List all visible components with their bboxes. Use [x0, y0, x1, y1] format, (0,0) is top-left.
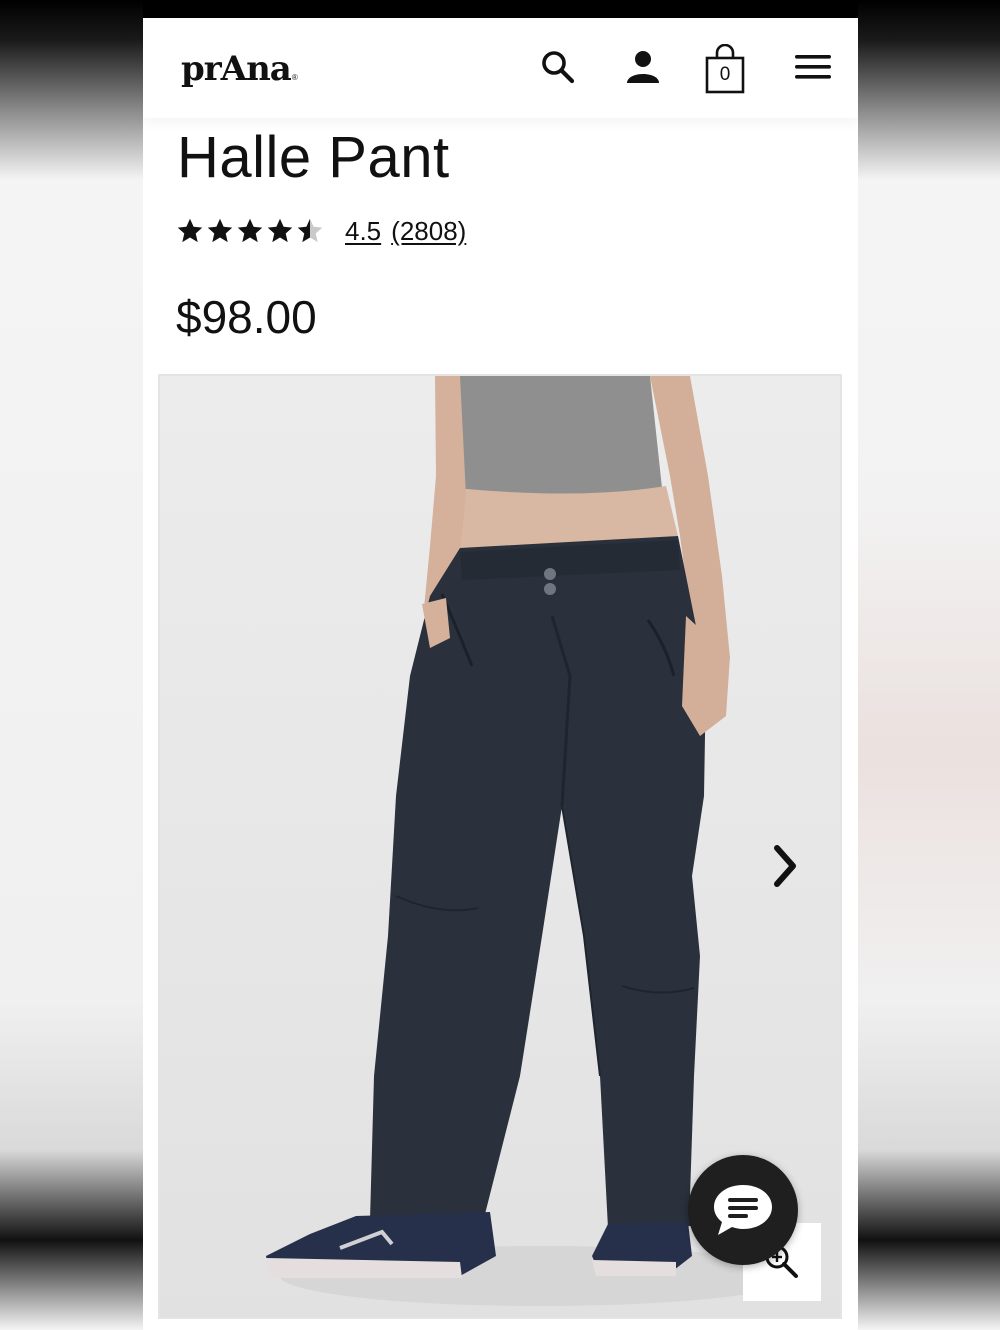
logo-text: prAna — [181, 49, 292, 89]
menu-icon — [795, 55, 831, 79]
rating-row: 4.5 (2808) — [175, 216, 466, 246]
search-button[interactable] — [538, 46, 578, 88]
reviews-link[interactable]: 4.5 (2808) — [345, 216, 466, 247]
logo-registered-mark: ® — [291, 73, 298, 82]
cart-button[interactable]: 0 — [705, 44, 745, 94]
star-icon — [237, 218, 263, 243]
half-star-icon — [297, 218, 323, 243]
product-title: Halle Pant — [177, 125, 450, 190]
chevron-right-icon — [774, 845, 796, 887]
review-count: (2808) — [391, 215, 467, 246]
search-icon — [542, 51, 575, 84]
star-rating — [175, 217, 325, 245]
status-bar — [143, 0, 858, 18]
account-icon — [627, 51, 659, 83]
site-header: prAna® 0 — [143, 18, 858, 118]
star-icon — [207, 218, 233, 243]
star-icon — [177, 218, 203, 243]
brand-logo[interactable]: prAna® — [181, 49, 298, 89]
menu-button[interactable] — [793, 46, 833, 88]
account-button[interactable] — [623, 46, 663, 88]
chat-icon — [714, 1185, 772, 1235]
cart-count: 0 — [719, 64, 731, 85]
chat-button[interactable] — [688, 1155, 798, 1265]
rating-value: 4.5 — [345, 215, 382, 246]
star-icon — [267, 218, 293, 243]
next-image-button[interactable] — [765, 841, 805, 891]
product-page: prAna® 0 Halle Pant 4.5 (2808) $98.00 — [143, 18, 858, 1330]
background-tint — [857, 500, 1000, 1000]
product-price: $98.00 — [176, 291, 317, 343]
